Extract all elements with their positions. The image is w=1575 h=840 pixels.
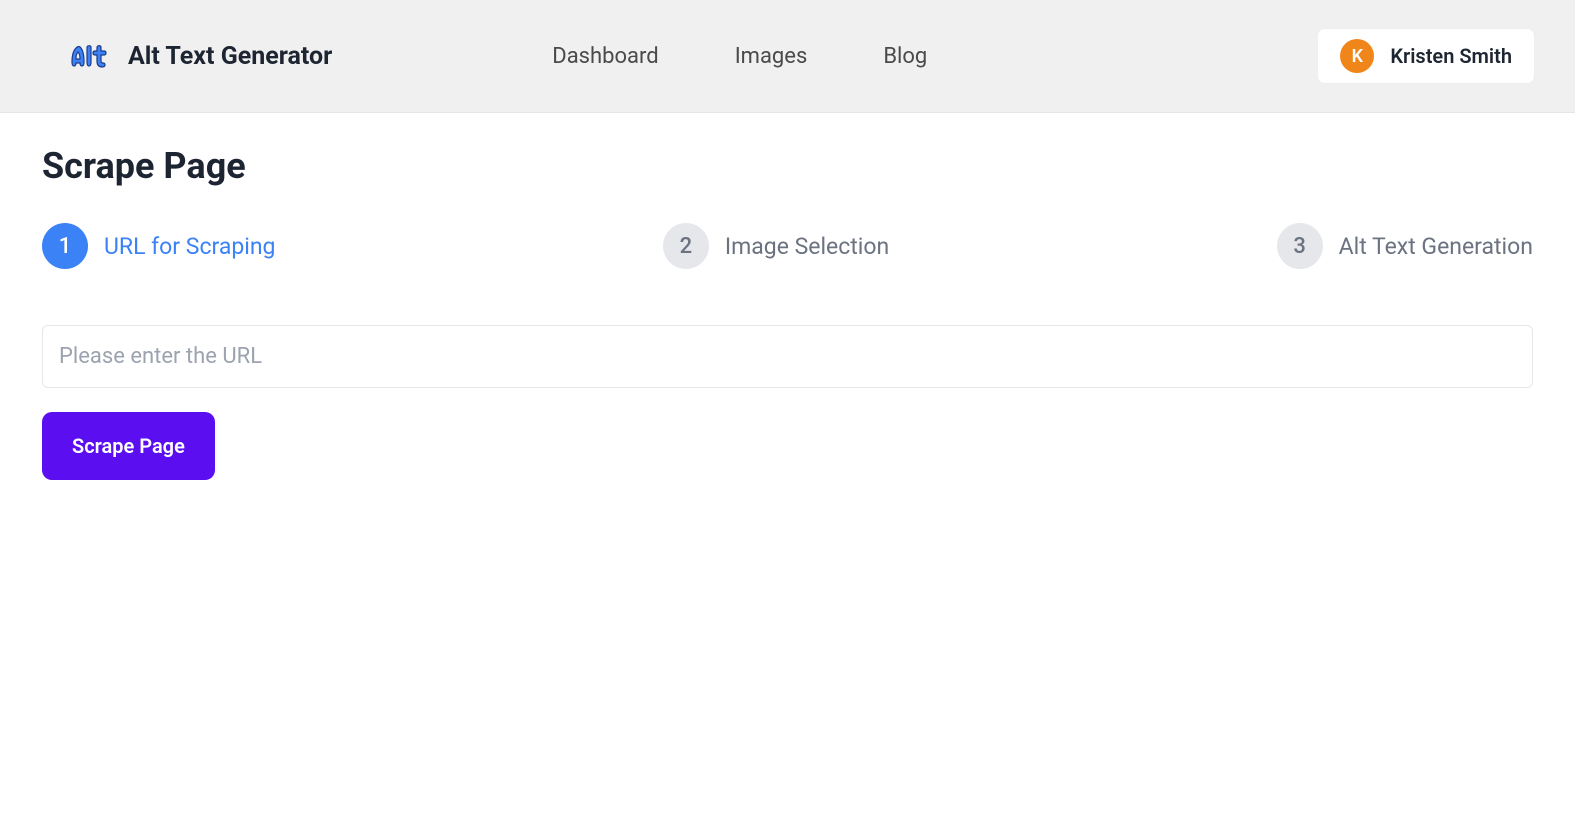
nav-dashboard[interactable]: Dashboard xyxy=(552,44,658,69)
stepper: 1 URL for Scraping 2 Image Selection 3 A… xyxy=(42,223,1533,269)
step-label: URL for Scraping xyxy=(104,233,275,260)
logo-icon xyxy=(68,38,116,74)
step-label: Image Selection xyxy=(725,233,889,260)
step-image-selection[interactable]: 2 Image Selection xyxy=(663,223,889,269)
step-label: Alt Text Generation xyxy=(1339,233,1533,260)
step-alt-text-generation[interactable]: 3 Alt Text Generation xyxy=(1277,223,1533,269)
nav-blog[interactable]: Blog xyxy=(883,44,927,69)
nav-images[interactable]: Images xyxy=(735,44,808,69)
page-title: Scrape Page xyxy=(42,145,1533,187)
step-number: 2 xyxy=(663,223,709,269)
app-title: Alt Text Generator xyxy=(128,42,332,71)
step-number: 3 xyxy=(1277,223,1323,269)
user-menu[interactable]: K Kristen Smith xyxy=(1317,28,1535,84)
step-url-scraping[interactable]: 1 URL for Scraping xyxy=(42,223,275,269)
user-name: Kristen Smith xyxy=(1390,44,1512,68)
logo-area[interactable]: Alt Text Generator xyxy=(68,38,332,74)
url-input[interactable] xyxy=(42,325,1533,388)
avatar: K xyxy=(1340,39,1374,73)
scrape-page-button[interactable]: Scrape Page xyxy=(42,412,215,480)
main-content: Scrape Page 1 URL for Scraping 2 Image S… xyxy=(0,113,1575,512)
step-number: 1 xyxy=(42,223,88,269)
header: Alt Text Generator Dashboard Images Blog… xyxy=(0,0,1575,113)
main-nav: Dashboard Images Blog xyxy=(552,44,927,69)
